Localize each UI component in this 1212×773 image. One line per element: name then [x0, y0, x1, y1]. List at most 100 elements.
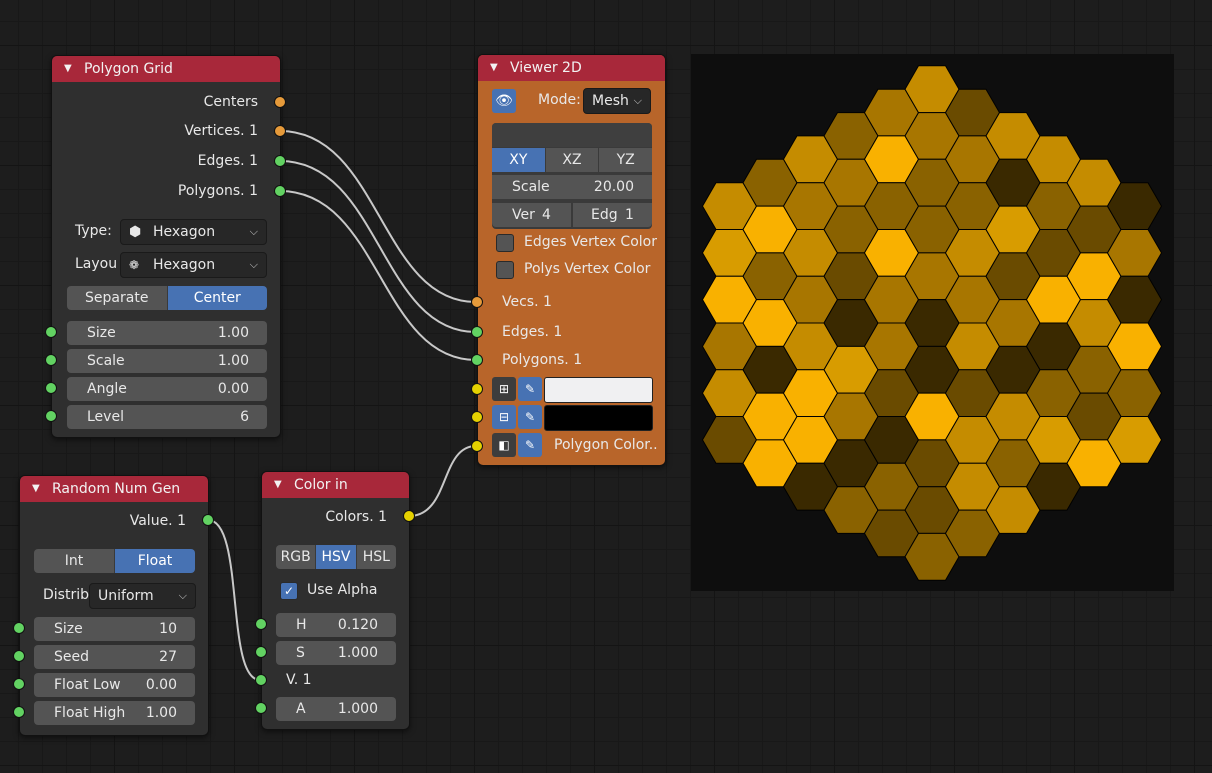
socket-vertex-color-in[interactable] — [471, 383, 483, 395]
output-colors-label: Colors. 1 — [325, 509, 387, 525]
socket-level-in[interactable] — [45, 410, 57, 422]
rgb-button[interactable]: RGB — [276, 545, 317, 569]
type-select[interactable]: ⬢ Hexagon ⌵ — [120, 219, 267, 245]
polys-vertex-color-label: Polys Vertex Color — [524, 261, 651, 277]
edge-color-swatch[interactable] — [544, 405, 653, 431]
separate-center-toggle[interactable]: Separate Center — [67, 286, 267, 310]
viewer-scale-field[interactable]: Scale 20.00 — [492, 175, 652, 199]
float-high-field[interactable]: Float High 1.00 — [34, 701, 195, 725]
color-in-title: Color in — [294, 477, 348, 493]
socket-vecs-in[interactable] — [471, 296, 483, 308]
polys-vertex-color-checkbox[interactable] — [496, 261, 514, 279]
angle-label: Angle — [87, 381, 127, 397]
viewer-title: Viewer 2D — [510, 60, 582, 76]
color-in-node[interactable]: ▼ Color in Colors. 1 RGB HSV HSL ✓ Use A… — [261, 471, 410, 730]
level-field[interactable]: Level 6 — [67, 405, 267, 429]
distrib-select[interactable]: Uniform ⌵ — [89, 583, 196, 609]
use-alpha-label: Use Alpha — [307, 582, 378, 598]
distrib-value: Uniform — [98, 588, 154, 604]
socket-seed-in[interactable] — [13, 650, 25, 662]
viewer-2d-node[interactable]: ▼ Viewer 2D 👁 Mode: Mesh ⌵ XY XZ YZ Scal… — [477, 54, 666, 466]
socket-value-out[interactable] — [202, 514, 214, 526]
socket-polygons[interactable] — [274, 185, 286, 197]
socket-polygons-in[interactable] — [471, 354, 483, 366]
viewer-header[interactable]: ▼ Viewer 2D — [478, 55, 665, 81]
mode-select[interactable]: Mesh ⌵ — [583, 88, 651, 114]
random-header[interactable]: ▼ Random Num Gen — [20, 476, 208, 502]
color-mode-toggle[interactable]: RGB HSV HSL — [276, 545, 396, 569]
hsl-button[interactable]: HSL — [356, 545, 396, 569]
float-button[interactable]: Float — [115, 549, 195, 573]
output-centers-label: Centers — [203, 94, 258, 110]
socket-scale-in[interactable] — [45, 354, 57, 366]
viewer-2d-preview[interactable] — [691, 54, 1174, 591]
socket-vertices[interactable] — [274, 125, 286, 137]
chevron-down-icon: ⌵ — [249, 225, 258, 238]
collapse-triangle-icon[interactable]: ▼ — [274, 472, 282, 498]
layout-select[interactable]: ❁ Hexagon ⌵ — [120, 252, 267, 278]
polygon-grid-header[interactable]: ▼ Polygon Grid — [52, 56, 280, 82]
eye-icon[interactable]: 👁 — [492, 89, 516, 113]
edges-vertex-color-checkbox[interactable] — [496, 234, 514, 252]
socket-edge-color-in[interactable] — [471, 411, 483, 423]
socket-s-in[interactable] — [255, 646, 267, 658]
edge-color-icon[interactable]: ⊟ — [492, 405, 516, 429]
float-low-field[interactable]: Float Low 0.00 — [34, 673, 195, 697]
int-button[interactable]: Int — [34, 549, 115, 573]
eyedropper-icon[interactable]: ✎ — [518, 377, 542, 401]
a-field[interactable]: A 1.000 — [276, 697, 396, 721]
type-value: Hexagon — [153, 224, 216, 240]
collapse-triangle-icon[interactable]: ▼ — [32, 476, 40, 502]
plane-toggle[interactable]: XY XZ YZ — [492, 148, 652, 172]
s-field[interactable]: S 1.000 — [276, 641, 396, 665]
output-polygons-label: Polygons. 1 — [177, 183, 258, 199]
vertex-color-swatch[interactable] — [544, 377, 653, 403]
seed-field[interactable]: Seed 27 — [34, 645, 195, 669]
center-button[interactable]: Center — [167, 286, 267, 310]
color-in-header[interactable]: ▼ Color in — [262, 472, 409, 498]
ver-field[interactable]: Ver 4 — [492, 203, 571, 227]
int-float-toggle[interactable]: Int Float — [34, 549, 195, 573]
plane-xy-button[interactable]: XY — [492, 148, 546, 172]
ver-label: Ver — [512, 207, 535, 223]
plane-yz-button[interactable]: YZ — [599, 148, 652, 172]
s-label: S — [296, 645, 305, 661]
eyedropper-icon[interactable]: ✎ — [518, 405, 542, 429]
angle-field[interactable]: Angle 0.00 — [67, 377, 267, 401]
socket-angle-in[interactable] — [45, 382, 57, 394]
use-alpha-checkbox[interactable]: ✓ — [280, 582, 298, 600]
socket-polygon-color-in[interactable] — [471, 440, 483, 452]
socket-edges[interactable] — [274, 155, 286, 167]
scale-field[interactable]: Scale 1.00 — [67, 349, 267, 373]
size-field[interactable]: Size 1.00 — [67, 321, 267, 345]
rng-size-field[interactable]: Size 10 — [34, 617, 195, 641]
socket-size-in[interactable] — [45, 326, 57, 338]
socket-edges-in[interactable] — [471, 326, 483, 338]
mode-value: Mesh — [592, 93, 629, 109]
collapse-triangle-icon[interactable]: ▼ — [64, 56, 72, 82]
hsv-button[interactable]: HSV — [316, 545, 357, 569]
socket-rng-size-in[interactable] — [13, 622, 25, 634]
collapse-triangle-icon[interactable]: ▼ — [490, 55, 498, 81]
layout-value: Hexagon — [153, 257, 216, 273]
socket-h-in[interactable] — [255, 618, 267, 630]
polygon-color-icon[interactable]: ◧ — [492, 433, 516, 457]
socket-colors-out[interactable] — [403, 510, 415, 522]
socket-centers[interactable] — [274, 96, 286, 108]
plane-xz-button[interactable]: XZ — [545, 148, 600, 172]
socket-float-low-in[interactable] — [13, 678, 25, 690]
polygon-grid-node[interactable]: ▼ Polygon Grid Centers Vertices. 1 Edges… — [51, 55, 281, 438]
grid-icon[interactable]: ⊞ — [492, 377, 516, 401]
socket-float-high-in[interactable] — [13, 706, 25, 718]
edg-field[interactable]: Edg 1 — [573, 203, 652, 227]
socket-v-in[interactable] — [255, 674, 267, 686]
distrib-label: Distrib — [43, 587, 89, 603]
h-field[interactable]: H 0.120 — [276, 613, 396, 637]
ver-value: 4 — [542, 207, 551, 223]
eyedropper-icon[interactable]: ✎ — [518, 433, 542, 457]
random-num-gen-node[interactable]: ▼ Random Num Gen Value. 1 Int Float Dist… — [19, 475, 209, 736]
viewer-scale-value: 20.00 — [593, 179, 634, 195]
edg-label: Edg — [591, 207, 618, 223]
separate-button[interactable]: Separate — [67, 286, 168, 310]
socket-a-in[interactable] — [255, 702, 267, 714]
